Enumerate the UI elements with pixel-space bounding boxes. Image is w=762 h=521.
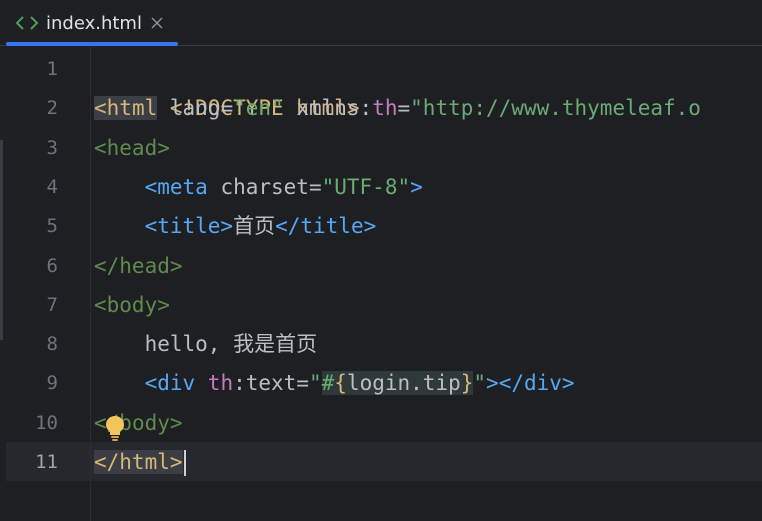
attr-name: :text xyxy=(233,371,297,396)
attr-eq: = xyxy=(397,96,411,121)
code-line-5: <title>首页</title> xyxy=(94,207,377,246)
text-content: hello, 我是首页 xyxy=(144,332,318,357)
tag-open-bracket: < xyxy=(94,96,107,121)
tag-token: </html> xyxy=(94,450,183,474)
code-line-11: </html> xyxy=(94,443,186,482)
line-number: 3 xyxy=(46,136,58,159)
expr-brace: } xyxy=(460,371,474,396)
tag-close-bracket: > xyxy=(486,371,499,396)
expr-body: login.tip xyxy=(346,371,461,396)
code-line-2: <html lang="en" xmlns:th="http://www.thy… xyxy=(94,89,701,128)
lightbulb-icon[interactable] xyxy=(104,414,126,442)
code-editor: index.html 1 2 3 4 5 6 7 8 9 10 11 <!DOC… xyxy=(0,0,762,521)
line-number-gutter[interactable]: 1 2 3 4 5 6 7 8 9 10 11 xyxy=(0,50,90,521)
line-number: 5 xyxy=(46,215,58,238)
tag-token: <body> xyxy=(94,292,170,317)
tag-token: </title> xyxy=(275,214,377,239)
text-content: 首页 xyxy=(233,214,276,239)
line-number: 6 xyxy=(46,254,58,277)
line-number: 1 xyxy=(46,58,58,80)
tab-index-html[interactable]: index.html xyxy=(6,0,178,46)
line-number: 4 xyxy=(46,175,58,198)
attr-name: charset xyxy=(207,174,309,199)
expr-hash: # xyxy=(321,371,335,396)
tab-label: index.html xyxy=(46,12,142,34)
line-number-current: 11 xyxy=(35,451,58,473)
attr-name: th xyxy=(372,96,398,121)
line-number: 2 xyxy=(46,97,58,120)
attr-value: "en" xyxy=(233,96,284,121)
tag-token: <meta xyxy=(144,174,208,199)
tag-token: <div xyxy=(144,371,196,396)
tag-token: </div> xyxy=(498,371,575,396)
attr-value: "http://www.thymeleaf.o xyxy=(410,96,701,121)
gutter-separator xyxy=(90,46,91,521)
close-icon[interactable] xyxy=(150,16,164,30)
tag-token: <title> xyxy=(144,214,234,239)
tag-close-bracket: > xyxy=(410,174,423,199)
tag-token: </head> xyxy=(94,253,183,278)
attr-name: lang xyxy=(157,96,221,121)
code-line-4: <meta charset="UTF-8"> xyxy=(94,168,423,207)
tag-name: html xyxy=(106,96,158,121)
code-line-8: hello, 我是首页 xyxy=(94,325,318,364)
line-number: 7 xyxy=(46,293,58,316)
attr-ns: th xyxy=(195,371,234,396)
attr-ns: xmlns: xyxy=(283,96,373,121)
attr-eq: = xyxy=(220,96,234,121)
active-tab-indicator xyxy=(6,42,178,46)
tag-token: <head> xyxy=(94,135,170,160)
code-line-1: <!DOCTYPE html> xyxy=(94,50,360,120)
text-caret xyxy=(183,450,186,476)
attr-quote: " xyxy=(473,371,487,396)
line-number: 9 xyxy=(46,372,58,395)
attr-eq: = xyxy=(296,371,309,396)
html-file-icon xyxy=(14,13,40,33)
code-line-6: </head> xyxy=(94,247,183,286)
code-line-3: <head> xyxy=(94,129,170,168)
code-line-7: <body> xyxy=(94,286,170,325)
line-number: 8 xyxy=(46,333,58,356)
expr-brace: { xyxy=(334,371,347,396)
code-line-9: <div th:text="#{login.tip}"></div> xyxy=(94,364,575,403)
tab-bar: index.html xyxy=(0,0,762,46)
attr-eq: = xyxy=(308,174,322,199)
attr-value: "UTF-8" xyxy=(321,174,411,199)
line-number: 10 xyxy=(35,411,58,434)
thymeleaf-expression: #{login.tip} xyxy=(321,371,474,396)
attr-quote: " xyxy=(308,371,322,396)
